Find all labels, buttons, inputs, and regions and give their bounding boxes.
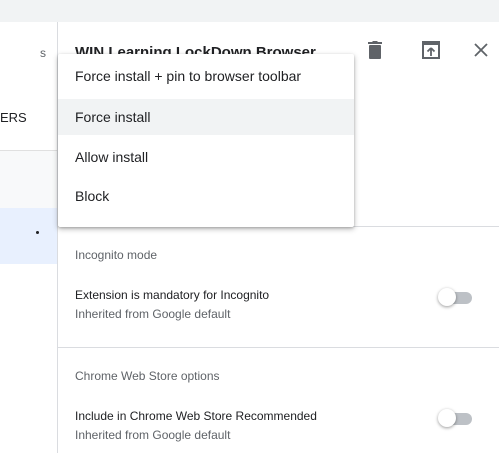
incognito-setting-inherited: Inherited from Google default [75, 307, 231, 321]
incognito-heading: Incognito mode [75, 248, 158, 262]
menu-item-allow-install[interactable]: Allow install [58, 139, 354, 175]
menu-item-force-install[interactable]: Force install [58, 99, 354, 135]
chrome-web-store-section: Chrome Web Store options Include in Chro… [58, 347, 499, 454]
menu-item-force-install-pin[interactable]: Force install + pin to browser toolbar [58, 58, 354, 94]
incognito-toggle[interactable] [438, 288, 472, 306]
cws-setting-inherited: Inherited from Google default [75, 428, 231, 442]
left-panel-column-header: ERS [0, 110, 27, 125]
left-panel-selected-row[interactable] [0, 208, 57, 264]
menu-item-block[interactable]: Block [58, 178, 354, 214]
incognito-toggle-knob [438, 288, 456, 306]
left-panel-row[interactable] [0, 150, 57, 209]
close-icon[interactable] [469, 38, 493, 62]
top-strip [0, 0, 499, 22]
cws-toggle-knob [438, 409, 456, 427]
app-list-panel: s ERS [0, 22, 58, 453]
incognito-section: Incognito mode Extension is mandatory fo… [58, 226, 499, 347]
install-policy-dropdown-menu: Force install + pin to browser toolbar F… [58, 54, 354, 227]
delete-icon[interactable] [363, 38, 387, 62]
cws-heading: Chrome Web Store options [75, 369, 220, 383]
cws-recommended-toggle[interactable] [438, 409, 472, 427]
left-panel-text: s [40, 46, 46, 60]
incognito-setting-title: Extension is mandatory for Incognito [75, 288, 270, 302]
cws-setting-title: Include in Chrome Web Store Recommended [75, 409, 317, 423]
open-in-new-window-icon[interactable] [419, 38, 443, 62]
row-dot-icon [36, 231, 39, 234]
